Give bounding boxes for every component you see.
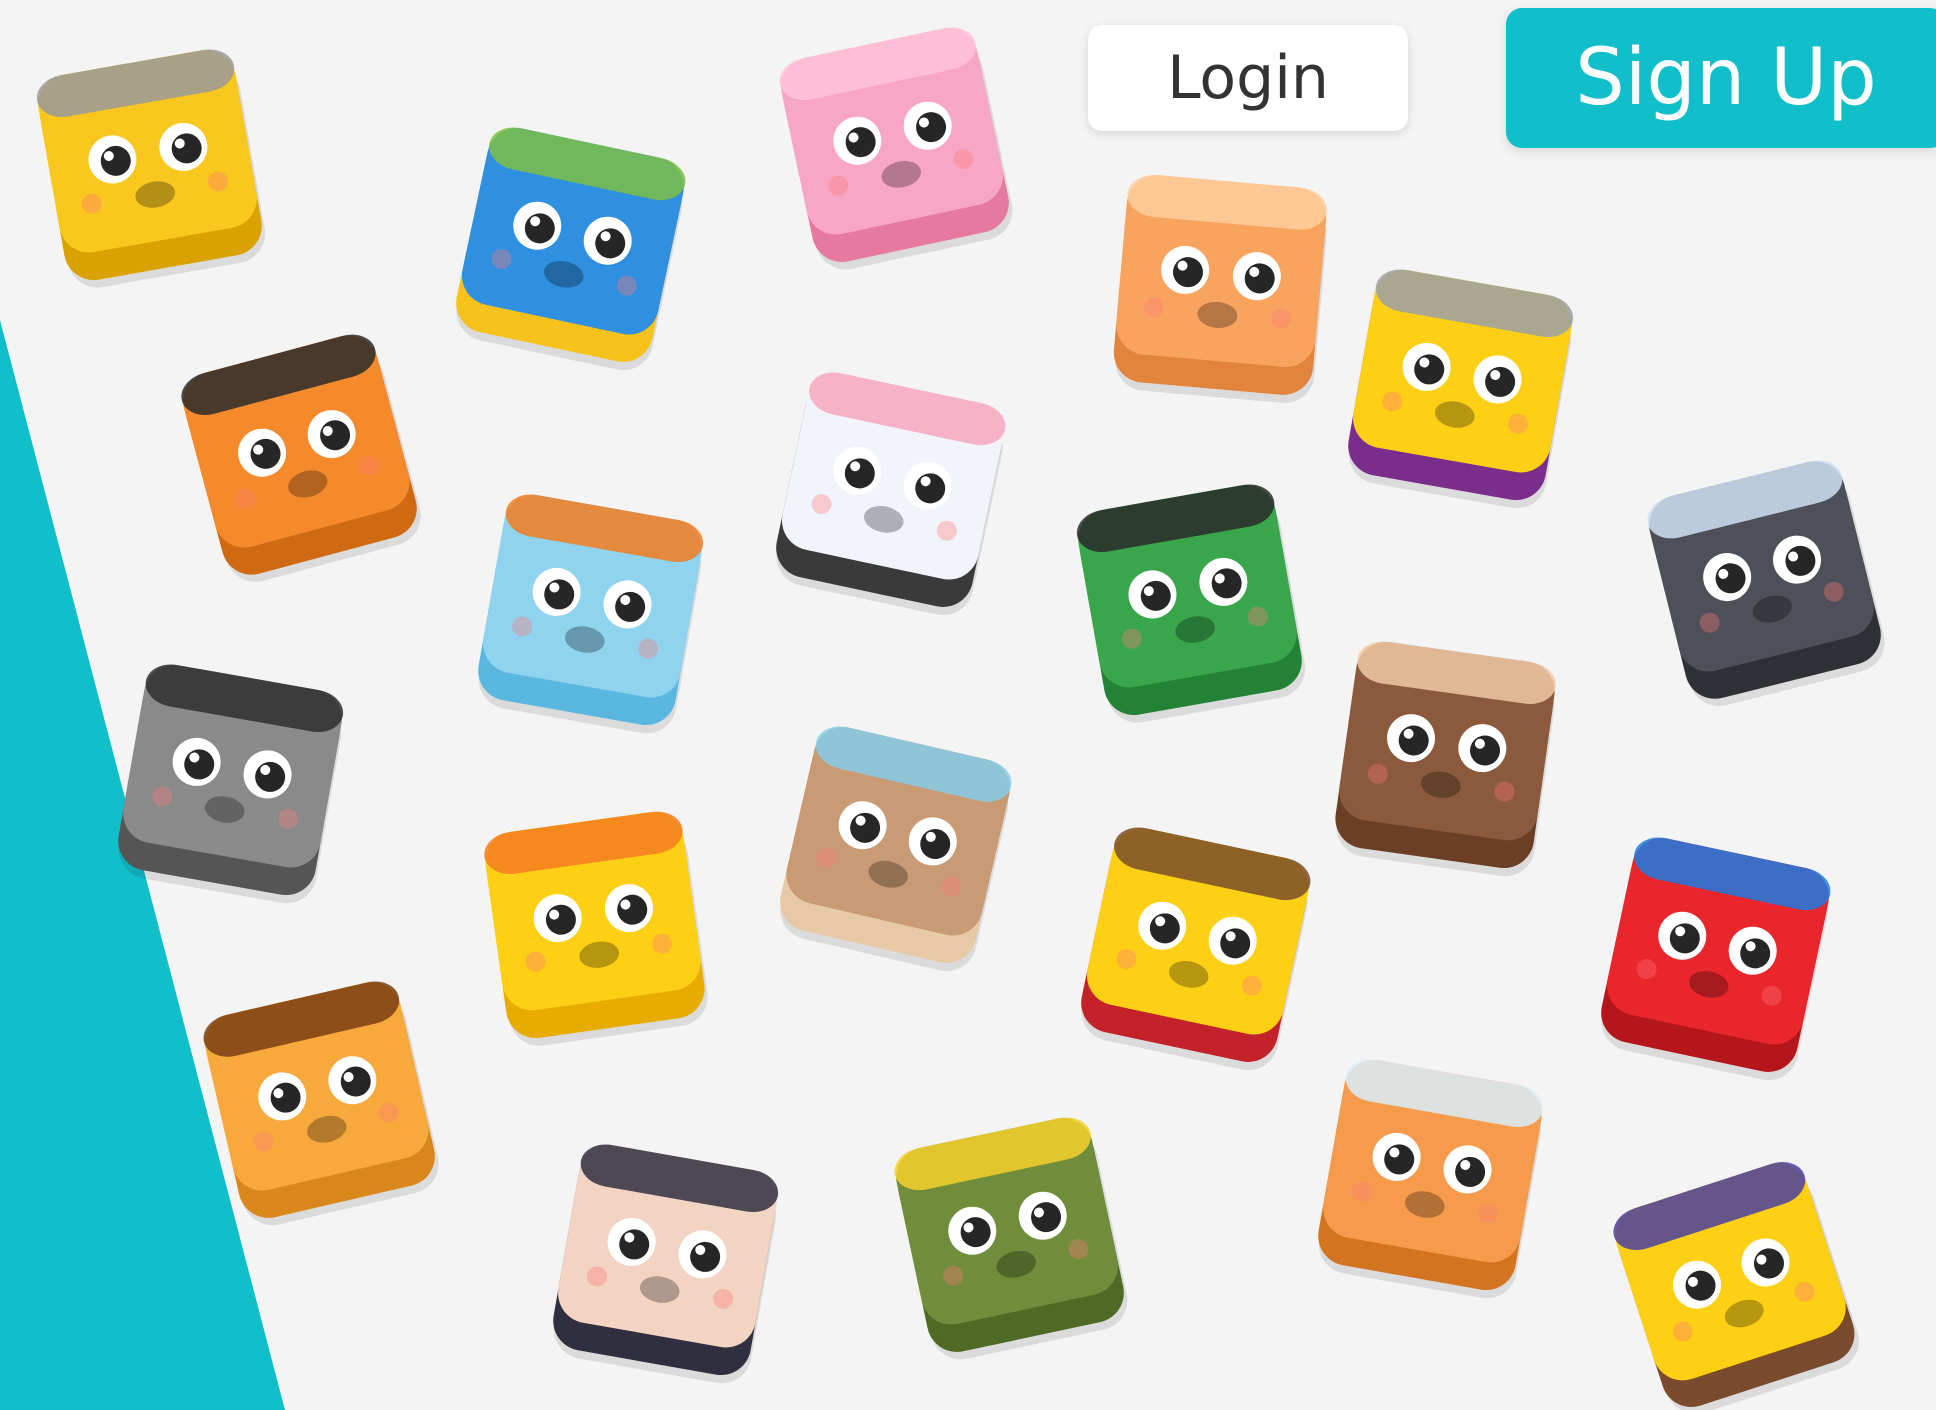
goldfish-jar-icon xyxy=(451,471,729,749)
duckling-icon xyxy=(459,789,730,1060)
signup-button[interactable]: Sign Up xyxy=(1506,8,1936,148)
fox-icon xyxy=(1291,1036,1569,1314)
king-chick-icon xyxy=(11,26,289,304)
dog-icon xyxy=(1309,619,1580,890)
jester-chick-icon xyxy=(1053,803,1338,1088)
snake-icon xyxy=(868,1093,1153,1378)
hamster-icon xyxy=(751,701,1039,989)
sloth-icon xyxy=(526,1121,804,1399)
red-macaw-icon xyxy=(1573,813,1858,1098)
penguin-icon xyxy=(1620,435,1911,726)
macaw-blue-yellow-icon xyxy=(428,103,713,388)
landing-page: Login Sign Up xyxy=(0,0,1936,1410)
raccoon-icon xyxy=(91,641,369,919)
queen-chick-icon xyxy=(1321,246,1599,524)
login-button[interactable]: Login xyxy=(1088,25,1408,131)
cat-icon xyxy=(1090,155,1350,415)
tiger-icon xyxy=(153,308,447,602)
leopard-icon xyxy=(176,956,464,1244)
crocodile-icon xyxy=(1051,461,1329,739)
pig-icon xyxy=(753,3,1038,288)
wizard-chick-icon xyxy=(1584,1134,1886,1410)
cow-icon xyxy=(748,348,1033,633)
